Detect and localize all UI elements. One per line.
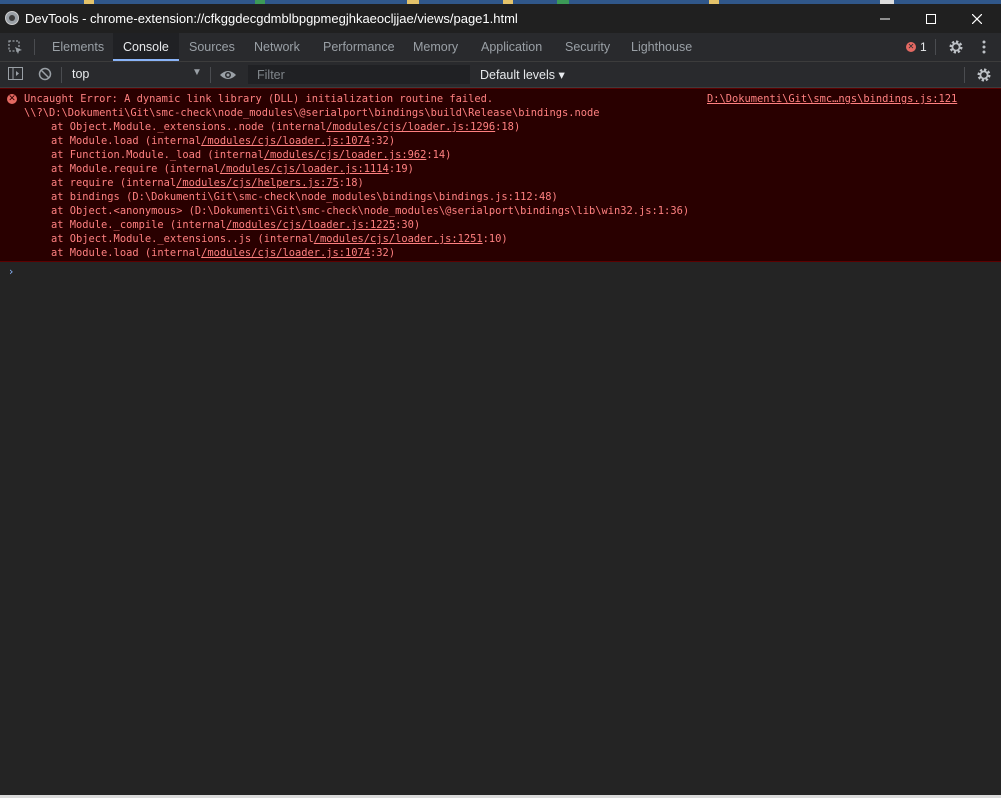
tabbar-divider (34, 39, 35, 55)
log-levels-dropdown[interactable]: Default levels ▾ (480, 67, 565, 82)
devtools-tabbar: Elements Console Sources Network Perform… (0, 33, 1001, 62)
stack-frame: at Module.load (internal/modules/cjs/loa… (51, 247, 395, 259)
stack-frame: at Object.Module._extensions..node (inte… (51, 121, 520, 133)
minimize-button[interactable] (862, 4, 908, 33)
stack-frame-position: :10) (482, 233, 508, 245)
show-sidebar-button[interactable] (8, 67, 23, 86)
filter-input[interactable] (248, 65, 470, 84)
inspect-element-icon (8, 40, 22, 54)
stack-frame: at Object.Module._extensions..js (intern… (51, 233, 508, 245)
settings-button[interactable] (948, 39, 964, 60)
stack-frame: at Object.<anonymous> (D:\Dokumenti\Git\… (51, 205, 689, 217)
stack-frame-text: at Module.require (internal (51, 163, 220, 175)
stack-frame-text: at require (internal (51, 177, 177, 189)
window-titlebar: DevTools - chrome-extension://cfkggdecgd… (0, 4, 1001, 33)
console-toolbar: top ▼ Default levels ▾ (0, 62, 1001, 88)
stack-frame-position: :14) (426, 149, 452, 161)
clear-console-button[interactable] (38, 67, 52, 86)
console-prompt[interactable]: › (9, 265, 13, 278)
stack-frame: at bindings (D:\Dokumenti\Git\smc-check\… (51, 191, 558, 203)
toolbar-divider (61, 67, 62, 83)
error-icon: ✕ (7, 94, 17, 104)
stack-frame-link[interactable]: /modules/cjs/loader.js:962 (264, 149, 427, 161)
stack-frame-position: :18) (338, 177, 364, 189)
stack-frame-position: :32) (370, 247, 396, 259)
live-expression-button[interactable] (219, 68, 237, 86)
tab-memory[interactable]: Memory (413, 33, 458, 61)
context-selector-label: top (72, 67, 90, 81)
tab-security[interactable]: Security (565, 33, 610, 61)
tab-elements[interactable]: Elements (52, 33, 104, 61)
stack-frame-text: at Object.<anonymous> (D:\Dokumenti\Git\… (51, 205, 690, 217)
stack-frame-text: at Object.Module._extensions..node (inte… (51, 121, 327, 133)
stack-frame-position: :32) (370, 135, 396, 147)
toolbar-divider (964, 67, 965, 83)
more-options-button[interactable] (980, 39, 988, 60)
stack-frame: at Module.require (internal/modules/cjs/… (51, 163, 414, 175)
stack-frame-position: :19) (388, 163, 414, 175)
stack-frame: at Function.Module._load (internal/modul… (51, 149, 451, 161)
stack-frame-text: at Module.load (internal (51, 247, 202, 259)
stack-frame: at require (internal/modules/cjs/helpers… (51, 177, 364, 189)
stack-frame-link[interactable]: /modules/cjs/loader.js:1225 (226, 219, 395, 231)
stack-frame-text: at Function.Module._load (internal (51, 149, 264, 161)
stack-frame-text: at bindings (D:\Dokumenti\Git\smc-check\… (51, 191, 558, 203)
stack-frame: at Module.load (internal/modules/cjs/loa… (51, 135, 395, 147)
stack-frame-link[interactable]: /modules/cjs/loader.js:1074 (201, 135, 370, 147)
stack-frame-link[interactable]: /modules/cjs/loader.js:1074 (201, 247, 370, 259)
window-title: DevTools - chrome-extension://cfkggdecgd… (25, 11, 518, 26)
stack-frame-link[interactable]: /modules/cjs/loader.js:1296 (326, 121, 495, 133)
console-settings-button[interactable] (976, 67, 992, 88)
clear-icon (38, 67, 52, 81)
maximize-icon (926, 13, 936, 24)
tab-sources[interactable]: Sources (189, 33, 235, 61)
stack-frame-link[interactable]: /modules/cjs/loader.js:1114 (220, 163, 389, 175)
stack-frame-link[interactable]: /modules/cjs/helpers.js:75 (176, 177, 339, 189)
error-message-block: ✕ Uncaught Error: A dynamic link library… (0, 88, 1001, 262)
console-output: ✕ Uncaught Error: A dynamic link library… (0, 88, 1001, 798)
kebab-menu-icon (982, 40, 986, 54)
gear-icon (949, 40, 963, 54)
tab-network[interactable]: Network (254, 33, 300, 61)
inspect-element-button[interactable] (8, 40, 23, 60)
tab-lighthouse[interactable]: Lighthouse (631, 33, 692, 61)
tab-performance[interactable]: Performance (323, 33, 395, 61)
stack-frame-position: :30) (395, 219, 421, 231)
error-count-badge[interactable]: ✕ 1 (906, 40, 927, 54)
stack-frame-text: at Module._compile (internal (51, 219, 227, 231)
tab-console[interactable]: Console (113, 33, 179, 61)
tab-application[interactable]: Application (481, 33, 542, 61)
error-source-link[interactable]: D:\Dokumenti\Git\smc…ngs\bindings.js:121 (707, 93, 957, 105)
sidebar-toggle-icon (8, 67, 23, 80)
stack-frame: at Module._compile (internal/modules/cjs… (51, 219, 420, 231)
close-button[interactable] (954, 4, 1000, 33)
eye-icon (220, 71, 236, 79)
gear-icon (977, 68, 991, 82)
error-message: Uncaught Error: A dynamic link library (… (24, 93, 494, 105)
stack-frame-text: at Object.Module._extensions..js (intern… (51, 233, 314, 245)
maximize-button[interactable] (908, 4, 954, 33)
stack-frame-text: at Module.load (internal (51, 135, 202, 147)
stack-frame-position: :18) (495, 121, 521, 133)
devtools-app-icon (5, 11, 19, 25)
error-count: 1 (920, 40, 927, 54)
close-icon (972, 13, 982, 24)
toolbar-divider (210, 67, 211, 83)
dropdown-arrow-icon: ▼ (192, 67, 202, 78)
error-icon: ✕ (906, 42, 916, 52)
tabbar-divider (935, 39, 936, 55)
stack-frame-link[interactable]: /modules/cjs/loader.js:1251 (314, 233, 483, 245)
error-path: \\?\D:\Dokumenti\Git\smc-check\node_modu… (24, 107, 600, 119)
minimize-icon (880, 18, 890, 19)
